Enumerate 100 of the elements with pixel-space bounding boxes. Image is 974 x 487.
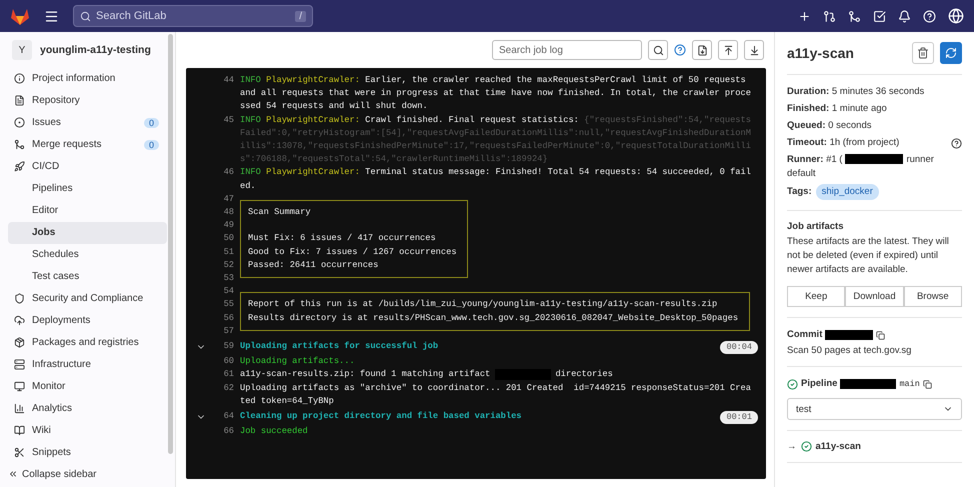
line-number: 66 (222, 425, 234, 438)
line-number: 48 (222, 206, 234, 220)
commit-message: Scan 50 pages at tech.gov.sg (787, 345, 912, 356)
search-field[interactable]: Search GitLab / (73, 5, 313, 27)
log-line: a11y-scan-results.zip: found 1 matching artifact directories (240, 368, 614, 382)
shield-icon (14, 293, 25, 304)
stage-select[interactable]: test (787, 398, 962, 420)
log-line: Job succeeded (240, 425, 309, 438)
menu-icon[interactable] (44, 8, 59, 24)
plus-icon[interactable] (798, 10, 811, 22)
sidebar-item[interactable]: Snippets (8, 441, 167, 464)
redaction-block (845, 154, 904, 164)
merge-request-icon[interactable] (823, 10, 836, 22)
redaction-block (840, 379, 896, 389)
tags-label: Tags: (787, 185, 812, 199)
sidebar-item[interactable]: Project information (8, 68, 167, 90)
scrollbar[interactable] (168, 34, 173, 454)
branch-icon[interactable] (848, 10, 861, 22)
sidebar-item[interactable]: Wiki (8, 419, 167, 442)
sidebar-item[interactable]: Repository (8, 90, 167, 112)
section-header[interactable]: Uploading artifacts for successful job (240, 340, 438, 354)
monitor-icon (14, 380, 25, 392)
collapse-sidebar-link[interactable]: Collapse sidebar (8, 463, 167, 485)
globe-icon[interactable] (948, 8, 964, 24)
sidebar-item[interactable]: Editor (8, 200, 167, 222)
line-number: 54 (222, 285, 234, 298)
line-number: 55 (222, 298, 234, 312)
sidebar-item[interactable]: Monitor (8, 375, 167, 398)
log-line: Report of this run is at /builds/lim_zui_young/younglim-a11y-testing/a11y-scan-results.zip (248, 299, 718, 310)
rocket-icon (14, 161, 25, 172)
package-icon (14, 336, 25, 348)
log-line: INFO PlaywrightCrawler: Earlier, the crawler reached the maxRequestsPerCrawl limit of 50 requests and all requests that were in progress at that time have now finished. In total, the crawler processed 54 requests and will shut down. (240, 74, 752, 114)
trash-icon (917, 47, 929, 59)
job-title: a11y-scan (787, 45, 854, 61)
project-name[interactable]: younglim-a11y-testing (40, 44, 151, 56)
line-number: 56 (222, 312, 234, 325)
shortcut-key: / (295, 10, 306, 22)
log-line: INFO PlaywrightCrawler: Terminal status message: Finished! Total 54 requests: 54 succeeded, 0 failed. (240, 166, 752, 193)
job-detail: Duration: 5 minutes 36 seconds (787, 85, 926, 99)
file-icon (14, 95, 25, 106)
duration-badge: 00:01 (720, 411, 758, 424)
count-badge: 0 (144, 140, 159, 150)
line-number: 45 (222, 114, 234, 127)
sidebar-item[interactable]: CI/CD (8, 156, 167, 178)
copy-icon[interactable] (876, 330, 886, 340)
artifact-button[interactable]: Browse (904, 286, 962, 307)
line-number: 57 (222, 324, 234, 338)
retry-button[interactable] (940, 42, 962, 64)
log-search-field[interactable]: Search job log (492, 40, 642, 60)
todo-icon[interactable] (873, 10, 886, 22)
sidebar-item[interactable]: Schedules (8, 244, 167, 266)
fox-logo-icon[interactable] (10, 7, 30, 25)
raw-log-button[interactable] (692, 40, 712, 60)
tag: ship_docker (816, 184, 879, 200)
job-detail: Finished: 1 minute ago (787, 102, 888, 116)
log-line: Uploading artifacts as "archive" to coordinator... 201 Created id=7449215 responseStatus=201 Created token=64_TyBNp (240, 382, 752, 408)
line-number: 51 (222, 246, 234, 259)
section-header[interactable]: Cleaning up project directory and file based variables (240, 410, 522, 424)
line-number: 46 (222, 166, 234, 180)
search-button[interactable] (648, 40, 668, 60)
search-icon (80, 10, 91, 22)
scissors-icon (14, 446, 25, 458)
sidebar-item[interactable]: Packages and registries (8, 331, 167, 354)
info-icon (14, 73, 25, 84)
job-detail: Timeout: 1h (from project) (787, 136, 900, 150)
server-icon (14, 358, 25, 370)
line-number: 62 (222, 382, 234, 395)
log-line: Must Fix: 6 issues / 417 occurrences (248, 233, 436, 244)
bell-icon[interactable] (898, 10, 911, 22)
cloud-icon (14, 314, 25, 326)
scroll-bottom-button[interactable] (744, 40, 764, 60)
sidebar-item[interactable]: Infrastructure (8, 353, 167, 376)
line-number: 61 (222, 368, 234, 382)
artifact-button[interactable]: Keep (787, 286, 846, 307)
sidebar-item[interactable]: Test cases (8, 266, 167, 288)
job-link[interactable]: a11y-scan (816, 441, 861, 452)
log-line: Scan Summary (248, 207, 311, 218)
branch-name: main (899, 378, 920, 391)
log-line: INFO PlaywrightCrawler: Crawl finished. Final request statistics: {"requestsFinished":54,"requestsFailed":0,"retryHistogram":[54],"requestAvgFailedDurationMillis":null,"requestAvgFinishedDurationMillis":13078,"requestsFinishedPerMinute":17,"requestsFailedPerMinute":0,"requestTotalDurationMillis":706188,"requestsTotal":54,"crawlerRuntimeMillis":189924} (240, 114, 752, 166)
help-icon[interactable] (951, 138, 962, 148)
pipeline-label: Pipeline (801, 377, 838, 391)
line-number: 64 (222, 410, 234, 424)
sidebar-item[interactable]: Deployments (8, 309, 167, 332)
sidebar-item[interactable]: Security and Compliance (8, 288, 167, 310)
sidebar-item[interactable]: Pipelines (8, 178, 167, 200)
sidebar-item[interactable]: Merge requests 0 (8, 134, 167, 156)
runner-detail: Runner: #1 ( runner default (787, 153, 935, 181)
delete-button[interactable] (912, 42, 934, 64)
book-icon (14, 424, 25, 436)
sidebar-item[interactable]: Issues 0 (8, 112, 167, 134)
copy-icon[interactable] (922, 380, 932, 388)
scroll-top-button[interactable] (718, 40, 738, 60)
sidebar-item[interactable]: Jobs (8, 222, 167, 244)
job-detail: Queued: 0 seconds (787, 119, 872, 133)
artifact-button[interactable]: Download (845, 286, 904, 307)
line-number: 60 (222, 355, 234, 368)
log-line: Passed: 26411 occurrences (248, 260, 378, 270)
sidebar-item[interactable]: Analytics (8, 397, 167, 420)
project-avatar: Y (12, 40, 32, 60)
issues-icon (14, 117, 25, 128)
